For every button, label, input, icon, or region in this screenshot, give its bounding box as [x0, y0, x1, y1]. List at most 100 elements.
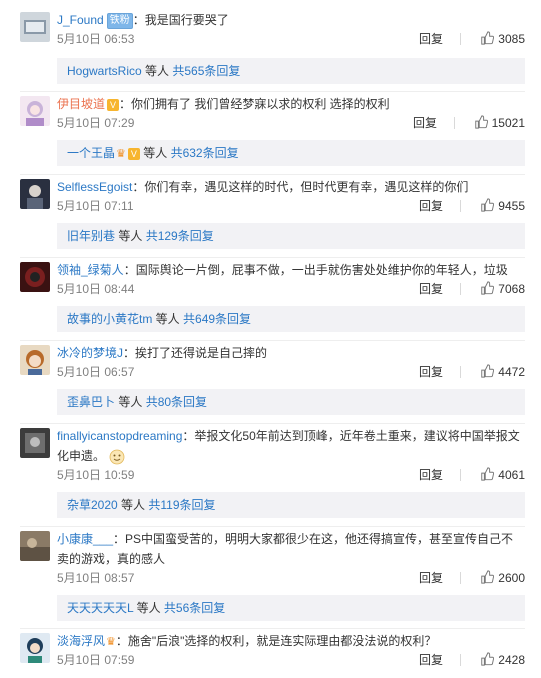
reply-summary[interactable]: 旧年别巷 等人 共129条回复	[57, 223, 525, 249]
comment-username[interactable]: 领袖_绿菊人	[57, 263, 124, 277]
avatar[interactable]	[20, 428, 50, 458]
reply-summary-etc: 等人	[133, 601, 164, 615]
comment-text: 伊目坡道 V ：你们拥有了 我们曾经梦寐以求的权利 选择的权利	[57, 94, 525, 114]
like-button[interactable]: 2428	[480, 651, 525, 669]
clipped-top-fragment: ▪▪▪▪▪ ▪▪ ▪▪▪▪	[0, 0, 541, 6]
comment-time: 5月10日 06:57	[57, 365, 135, 379]
meta-separator	[460, 654, 461, 666]
like-button[interactable]: 9455	[480, 197, 525, 215]
thumbs-up-icon	[481, 652, 495, 666]
meta-separator	[460, 200, 461, 212]
reply-summary[interactable]: HogwartsRico 等人 共565条回复	[57, 58, 525, 84]
thumbs-up-icon	[474, 115, 488, 129]
comment-username[interactable]: J_Found	[57, 13, 104, 27]
reply-button[interactable]: 回复	[419, 280, 443, 298]
avatar[interactable]	[20, 633, 50, 663]
comment-meta: 5月10日 06:57 回复 4472	[57, 363, 525, 381]
fan-badge: 铁粉	[106, 12, 133, 29]
comment-meta: 5月10日 10:59 回复 4061	[57, 466, 525, 484]
like-button[interactable]: 4472	[480, 363, 525, 381]
comment-time: 5月10日 06:53	[57, 32, 135, 46]
reply-summary-count[interactable]: 共649条回复	[183, 312, 251, 326]
like-count: 3085	[498, 32, 525, 46]
like-count: 9455	[498, 199, 525, 213]
like-button[interactable]: 15021	[474, 114, 525, 132]
comment-time: 5月10日 07:11	[57, 199, 134, 213]
reply-button[interactable]: 回复	[419, 651, 443, 669]
reply-summary[interactable]: 一个王晶♛ V 等人 共632条回复	[57, 140, 525, 166]
reply-summary-etc: 等人	[139, 146, 171, 160]
like-button[interactable]: 2600	[480, 569, 525, 587]
smiley-emoji-icon	[109, 449, 125, 465]
reply-summary-count[interactable]: 共80条回复	[146, 395, 207, 409]
reply-summary-etc: 等人	[117, 498, 149, 512]
meta-separator	[460, 33, 461, 45]
comment-text: 领袖_绿菊人：国际舆论一片倒，屁事不做，一出手就伤害处处维护你的年轻人，垃圾	[57, 260, 525, 280]
comment-body: ：我是国行要哭了	[132, 13, 229, 27]
reply-button[interactable]: 回复	[419, 363, 443, 381]
like-button[interactable]: 7068	[480, 280, 525, 298]
reply-summary-etc: 等人	[152, 312, 184, 326]
comment-text: 淡海浮风♛：施舍"后浪"选择的权利，就是连实际理由都没法说的权利？	[57, 631, 525, 652]
comment-body: ：PS中国蛮受苦的，明明大家都很少在这，他还得搞宣传，甚至宣传自己不卖的游戏，真…	[57, 532, 514, 566]
comment-text: J_Found 铁粉 ：我是国行要哭了	[57, 10, 525, 30]
comment-username[interactable]: 伊目坡道	[57, 97, 105, 111]
reply-summary-user[interactable]: 故事的小黄花tm	[67, 312, 152, 326]
reply-summary[interactable]: 天天天天天L 等人 共56条回复	[57, 595, 525, 621]
reply-summary-etc: 等人	[115, 229, 146, 243]
reply-summary-user[interactable]: HogwartsRico	[67, 64, 142, 78]
reply-summary[interactable]: 歪鼻巴卜 等人 共80条回复	[57, 389, 525, 415]
reply-summary[interactable]: 故事的小黄花tm 等人 共649条回复	[57, 306, 525, 332]
comment-body: ：施舍"后浪"选择的权利，就是连实际理由都没法说的权利？	[115, 634, 437, 648]
reply-button[interactable]: 回复	[419, 466, 443, 484]
reply-summary-user[interactable]: 歪鼻巴卜	[67, 395, 115, 409]
reply-button[interactable]: 回复	[419, 30, 443, 48]
comment-meta: 5月10日 06:53 回复 3085	[57, 30, 525, 48]
comment-body: ：挨打了还得说是自己摔的	[123, 346, 268, 360]
reply-summary-count[interactable]: 共119条回复	[148, 498, 215, 512]
reply-summary-count[interactable]: 共56条回复	[164, 601, 225, 615]
like-button[interactable]: 3085	[480, 30, 525, 48]
avatar[interactable]	[20, 96, 50, 126]
like-button[interactable]: 4061	[480, 466, 525, 484]
reply-summary-user[interactable]: 杂草2020	[67, 498, 118, 512]
avatar[interactable]	[20, 262, 50, 292]
comment-username[interactable]: finallyicanstopdreaming	[57, 429, 182, 443]
like-count: 7068	[498, 282, 525, 296]
meta-separator	[454, 117, 455, 129]
meta-separator	[460, 283, 461, 295]
comment-username[interactable]: 淡海浮风	[57, 634, 105, 648]
comment-text: SelflessEgoist：你们有幸，遇见这样的时代，但时代更有幸，遇见这样的…	[57, 177, 525, 197]
comment-meta: 5月10日 08:57 回复 2600	[57, 569, 525, 587]
reply-button[interactable]: 回复	[413, 114, 437, 132]
reply-summary-user[interactable]: 一个王晶	[67, 146, 115, 160]
like-count: 2428	[498, 653, 525, 667]
comment-time: 5月10日 10:59	[57, 468, 135, 482]
reply-button[interactable]: 回复	[419, 569, 443, 587]
comment-username[interactable]: 冰冷的梦境J	[57, 346, 123, 360]
comment-meta: 5月10日 07:59 回复 2428	[57, 651, 525, 669]
avatar[interactable]	[20, 345, 50, 375]
comment-username[interactable]: 小康康___	[57, 532, 113, 546]
meta-separator	[460, 469, 461, 481]
crown-icon: ♛	[106, 635, 116, 648]
thumbs-up-icon	[481, 570, 495, 584]
comment-body: ：你们有幸，遇见这样的时代，但时代更有幸，遇见这样的你们	[132, 180, 469, 194]
reply-summary-count[interactable]: 共565条回复	[172, 64, 240, 78]
avatar[interactable]	[20, 531, 50, 561]
reply-button[interactable]: 回复	[419, 197, 443, 215]
reply-summary-count[interactable]: 共632条回复	[171, 146, 239, 160]
reply-summary-user[interactable]: 旧年别巷	[67, 229, 115, 243]
meta-separator	[460, 366, 461, 378]
reply-summary-count[interactable]: 共129条回复	[146, 229, 214, 243]
reply-summary[interactable]: 杂草2020 等人 共119条回复	[57, 492, 525, 518]
avatar[interactable]	[20, 12, 50, 42]
avatar[interactable]	[20, 179, 50, 209]
comment-username[interactable]: SelflessEgoist	[57, 180, 132, 194]
comment-meta: 5月10日 07:29 回复 15021	[57, 114, 525, 132]
comment-time: 5月10日 08:44	[57, 282, 135, 296]
reply-summary-etc: 等人	[115, 395, 146, 409]
comment-meta: 5月10日 08:44 回复 7068	[57, 280, 525, 298]
reply-summary-user[interactable]: 天天天天天L	[67, 601, 133, 615]
thumbs-up-icon	[481, 198, 495, 212]
